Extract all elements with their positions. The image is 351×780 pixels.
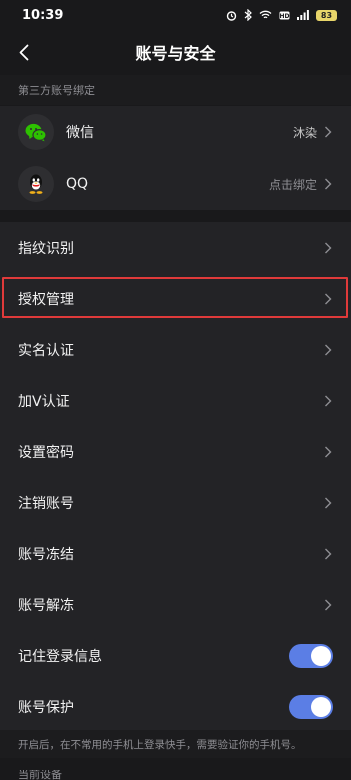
chevron-right-icon: [325, 242, 332, 253]
status-icons: HD 83: [226, 9, 337, 21]
qq-icon: [18, 166, 54, 202]
nav-bar: 账号与安全: [0, 30, 351, 74]
account-protection-toggle[interactable]: [289, 694, 333, 719]
bluetooth-icon: [244, 9, 252, 21]
qq-label: QQ: [66, 176, 89, 192]
svg-text:HD: HD: [279, 13, 289, 20]
wechat-account-name: 沐染: [292, 125, 317, 140]
cancel-account-row[interactable]: 注销账号: [0, 477, 351, 528]
authorization-management-label: 授权管理: [18, 291, 74, 308]
account-protection-footnote: 开启后，在不常用的手机上登录快手，需要验证你的手机号。: [0, 730, 351, 758]
set-password-label: 设置密码: [18, 444, 74, 461]
remember-login-row: 记住登录信息: [0, 630, 351, 681]
back-button[interactable]: [10, 38, 38, 66]
chevron-right-icon: [325, 126, 332, 138]
fingerprint-label: 指纹识别: [18, 240, 74, 257]
v-verification-label: 加V认证: [18, 393, 70, 410]
chevron-right-icon: [325, 548, 332, 559]
chevron-right-icon: [325, 497, 332, 508]
next-section-header-partial: 当前设备: [18, 770, 62, 780]
real-name-verification-row[interactable]: 实名认证: [0, 324, 351, 375]
remember-login-label: 记住登录信息: [18, 648, 102, 665]
account-protection-row: 账号保护: [0, 681, 351, 732]
signal-icon: [297, 10, 309, 20]
section-header-third-party: 第三方账号绑定: [0, 75, 351, 105]
battery-icon: 83: [316, 9, 337, 21]
hd-icon: HD: [279, 11, 290, 20]
unfreeze-account-row[interactable]: 账号解冻: [0, 579, 351, 630]
chevron-right-icon: [325, 344, 332, 355]
chevron-right-icon: [325, 178, 332, 190]
wechat-label: 微信: [66, 125, 94, 141]
real-name-verification-label: 实名认证: [18, 342, 74, 359]
cancel-account-label: 注销账号: [18, 495, 74, 512]
qq-binding-row[interactable]: QQ 点击绑定: [0, 158, 351, 210]
remember-login-toggle[interactable]: [289, 643, 333, 668]
status-bar: 10:39 HD 83: [0, 0, 351, 30]
freeze-account-label: 账号冻结: [18, 546, 74, 563]
v-verification-row[interactable]: 加V认证: [0, 375, 351, 426]
fingerprint-row[interactable]: 指纹识别: [0, 222, 351, 273]
set-password-row[interactable]: 设置密码: [0, 426, 351, 477]
toggle-knob: [311, 645, 331, 666]
freeze-account-row[interactable]: 账号冻结: [0, 528, 351, 579]
qq-bind-action: 点击绑定: [268, 177, 317, 192]
wifi-icon: [259, 10, 272, 19]
toggle-knob: [311, 696, 331, 717]
wechat-binding-row[interactable]: 微信 沐染: [0, 106, 351, 158]
status-time: 10:39: [22, 7, 64, 23]
chevron-right-icon: [325, 293, 332, 304]
alarm-icon: [226, 10, 237, 21]
chevron-left-icon: [19, 44, 29, 60]
authorization-management-row[interactable]: 授权管理: [0, 273, 351, 324]
chevron-right-icon: [325, 395, 332, 406]
chevron-right-icon: [325, 446, 332, 457]
unfreeze-account-label: 账号解冻: [18, 597, 74, 614]
page-title: 账号与安全: [135, 44, 216, 63]
account-protection-label: 账号保护: [18, 699, 74, 716]
wechat-icon: [18, 114, 54, 150]
section-divider: [0, 210, 351, 222]
chevron-right-icon: [325, 599, 332, 610]
